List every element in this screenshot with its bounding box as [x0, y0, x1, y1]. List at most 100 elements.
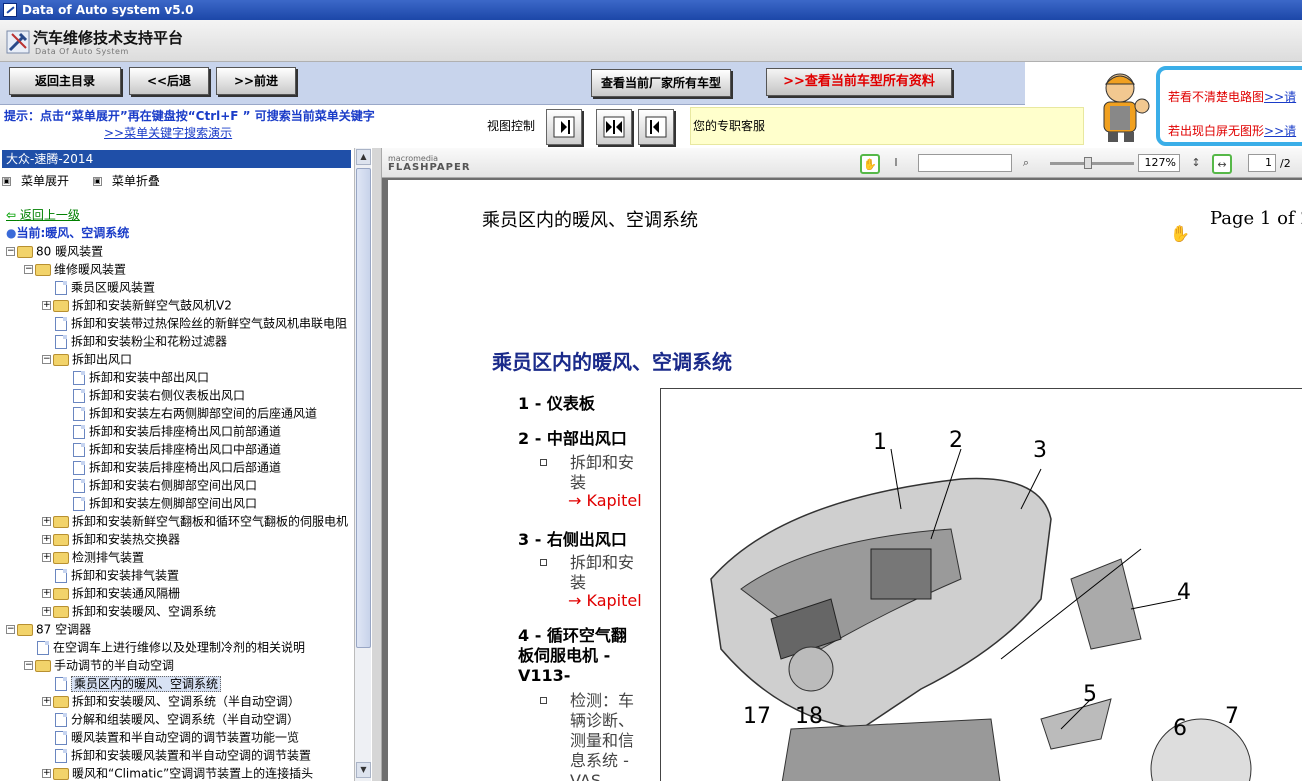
search-demo-link[interactable]: >>菜单关键字搜索演示 [104, 124, 232, 141]
text-select-icon[interactable]: I [886, 154, 906, 174]
tree-folder-item[interactable]: + 检测排气装置 [42, 548, 144, 566]
tree-doc-item[interactable]: 分解和组装暖风、空调系统（半自动空调） [42, 710, 299, 728]
hvac-diagram: 1 2 3 4 5 17 18 6 7 [660, 388, 1302, 781]
tree-doc-item[interactable]: 拆卸和安装左侧脚部空间出风口 [60, 494, 257, 512]
tree-item-label: 分解和组装暖风、空调系统（半自动空调） [71, 712, 300, 727]
scroll-thumb[interactable] [356, 168, 371, 648]
tree-folder-item[interactable]: − 80 暖风装置 [6, 242, 103, 260]
tree-doc-item[interactable]: 乘员区内的暖风、空调系统 [42, 674, 222, 692]
tree-doc-item[interactable]: 在空调车上进行维修以及处理制冷剂的相关说明 [24, 638, 305, 656]
tree-folder-item[interactable]: + 拆卸和安装热交换器 [42, 530, 180, 548]
scroll-down-icon[interactable]: ▼ [356, 762, 371, 778]
zoom-field[interactable]: 127% [1138, 154, 1180, 172]
tree-expand-icon[interactable]: + [42, 607, 51, 616]
tree-doc-item[interactable]: 拆卸和安装右侧仪表板出风口 [60, 386, 245, 404]
tree-item-label: 维修暖风装置 [54, 262, 127, 277]
flashpaper-toolbar: macromedia FLASHPAPER ✋ I ⌕ 127% ↕ ↔ 1 /2 [382, 148, 1302, 178]
tree-doc-item[interactable]: 暖风装置和半自动空调的调节装置功能一览 [42, 728, 299, 746]
tree-doc-item[interactable]: 乘员区暖风装置 [42, 278, 155, 296]
view-control-label: 视图控制 [487, 119, 536, 133]
all-models-button[interactable]: 查看当前厂家所有车型 [591, 69, 731, 97]
forward-button[interactable]: >>前进 [216, 67, 296, 95]
view-left-panel-button[interactable] [546, 109, 582, 145]
tree-expand-icon[interactable]: + [42, 769, 51, 778]
tree-collapse-icon[interactable]: − [6, 625, 15, 634]
tree-doc-item[interactable]: 拆卸和安装粉尘和花粉过滤器 [42, 332, 227, 350]
tree-folder-item[interactable]: + 拆卸和安装通风隔栅 [42, 584, 180, 602]
mechanic-mascot-icon [1103, 73, 1150, 142]
tree-doc-item[interactable]: 拆卸和安装左右两侧脚部空间的后座通风道 [60, 404, 317, 422]
tree-folder-item[interactable]: − 手动调节的半自动空调 [24, 656, 174, 674]
tree-expand-icon[interactable]: + [42, 697, 51, 706]
folder-icon [53, 299, 69, 312]
fit-height-icon[interactable]: ↕ [1186, 154, 1206, 174]
tree-item-label: 拆卸和安装热交换器 [72, 532, 181, 547]
tree-expand-icon[interactable]: + [42, 535, 51, 544]
fit-width-icon[interactable]: ↔ [1212, 154, 1232, 174]
kapitel-link-2[interactable]: → Kapitel [568, 491, 642, 510]
tree-doc-item[interactable]: 拆卸和安装中部出风口 [60, 368, 209, 386]
zoom-slider-handle[interactable] [1084, 157, 1092, 169]
tree-collapse-icon[interactable]: − [42, 355, 51, 364]
back-up-link[interactable]: ⇦ 返回上一级 [6, 206, 80, 223]
tree-folder-item[interactable]: + 拆卸和安装新鲜空气翻板和循环空气翻板的伺服电机 [42, 512, 348, 530]
document-icon [73, 478, 85, 493]
tree-folder-item[interactable]: + 拆卸和安装暖风、空调系统 [42, 602, 216, 620]
expand-menu-button[interactable]: ▣ 菜单展开 [2, 174, 79, 188]
tree-folder-item[interactable]: − 维修暖风装置 [24, 260, 126, 278]
callout-17: 17 [743, 704, 771, 729]
tree-doc-item[interactable]: 拆卸和安装排气装置 [42, 566, 179, 584]
tree-expand-icon[interactable]: + [42, 553, 51, 562]
current-location: ●当前:暖风、空调系统 [6, 224, 129, 241]
tree-collapse-icon[interactable]: − [6, 247, 15, 256]
ad-line-1-link[interactable]: >>请 [1264, 90, 1296, 104]
tree-folder-item[interactable]: + 拆卸和安装新鲜空气鼓风机V2 [42, 296, 232, 314]
legend-sub-text: 拆卸和安装 [570, 553, 635, 592]
tree-doc-item[interactable]: 拆卸和安装后排座椅出风口后部通道 [60, 458, 281, 476]
view-split-button[interactable] [596, 109, 632, 145]
page-field[interactable]: 1 [1248, 154, 1276, 172]
tree-collapse-icon[interactable]: − [24, 265, 33, 274]
location-pin-icon: ● [6, 226, 17, 240]
brand-subtitle: Data Of Auto System [35, 47, 129, 56]
legend-item-4: 4 - 循环空气翻板伺服电机 - V113- [518, 626, 630, 686]
folder-icon [53, 587, 69, 600]
folder-icon [53, 533, 69, 546]
find-input[interactable] [918, 154, 1012, 172]
tree-folder-item[interactable]: + 拆卸和安装暖风、空调系统（半自动空调） [42, 692, 300, 710]
hand-tool-icon[interactable]: ✋ [860, 154, 880, 174]
collapse-icon: ▣ [92, 177, 102, 186]
tree-doc-item[interactable]: 拆卸和安装右侧脚部空间出风口 [60, 476, 257, 494]
tree-doc-item[interactable]: 拆卸和安装后排座椅出风口中部通道 [60, 440, 281, 458]
tree-item-label: 拆卸出风口 [72, 352, 133, 367]
callout-18: 18 [795, 704, 823, 729]
search-icon[interactable]: ⌕ [1016, 154, 1036, 174]
legend-item-2: 2 - 中部出风口 [518, 425, 627, 449]
scroll-up-icon[interactable]: ▲ [356, 149, 371, 165]
tree-expand-icon[interactable]: + [42, 517, 51, 526]
all-docs-button[interactable]: >>查看当前车型所有资料 [766, 68, 952, 96]
document-viewer: macromedia FLASHPAPER ✋ I ⌕ 127% ↕ ↔ 1 /2… [382, 148, 1302, 781]
tree-expand-icon[interactable]: + [42, 301, 51, 310]
document-icon [73, 424, 85, 439]
view-right-panel-button[interactable] [638, 109, 674, 145]
tree-scrollbar[interactable]: ▲ ▼ [354, 148, 371, 781]
kapitel-link-3[interactable]: → Kapitel [568, 591, 642, 610]
document-icon [55, 334, 67, 349]
tree-collapse-icon[interactable]: − [24, 661, 33, 670]
ad-line-2-link[interactable]: >>请 [1264, 124, 1296, 138]
zoom-slider[interactable] [1050, 157, 1134, 169]
tree-doc-item[interactable]: 拆卸和安装带过热保险丝的新鲜空气鼓风机串联电阻 [42, 314, 347, 332]
back-arrow-icon: ⇦ [6, 208, 17, 222]
tree-folder-item[interactable]: − 87 空调器 [6, 620, 91, 638]
panel-splitter[interactable] [372, 148, 382, 781]
home-button[interactable]: 返回主目录 [9, 67, 121, 95]
tree-doc-item[interactable]: 拆卸和安装后排座椅出风口前部通道 [60, 422, 281, 440]
tree-doc-item[interactable]: 拆卸和安装暖风装置和半自动空调的调节装置 [42, 746, 311, 764]
tree-folder-item[interactable]: − 拆卸出风口 [42, 350, 132, 368]
collapse-menu-button[interactable]: ▣ 菜单折叠 [92, 174, 170, 188]
tree-expand-icon[interactable]: + [42, 589, 51, 598]
back-button[interactable]: <<后退 [129, 67, 209, 95]
document-icon [73, 442, 85, 457]
tree-folder-item[interactable]: + 暖风和“Climatic”空调调节装置上的连接插头 [42, 764, 313, 781]
